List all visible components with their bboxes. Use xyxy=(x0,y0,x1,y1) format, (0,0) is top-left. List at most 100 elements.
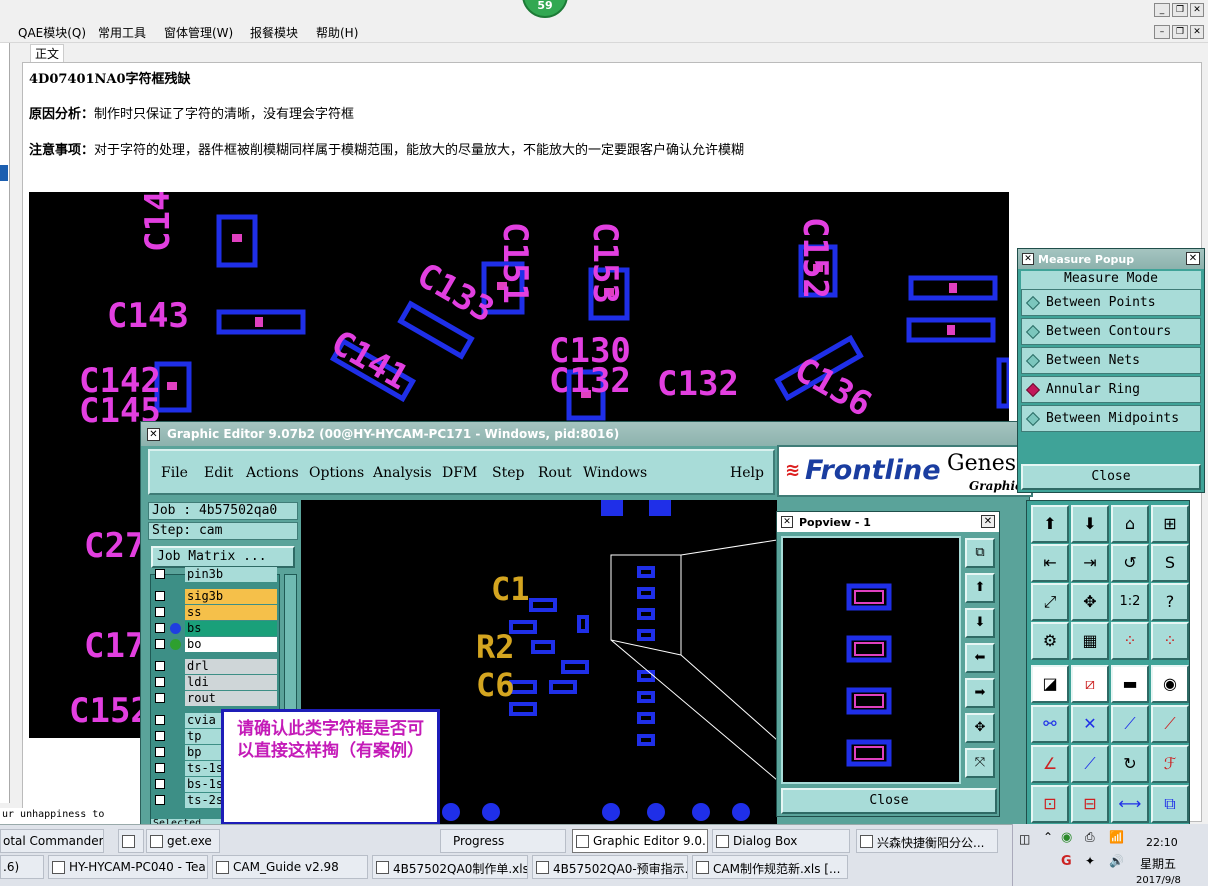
task-xingsen[interactable]: 兴森快捷衡阳分公... xyxy=(856,829,998,853)
clock-time[interactable]: 22:10 xyxy=(1146,836,1178,849)
measure-close-icon[interactable]: ✕ xyxy=(1186,252,1200,265)
task-get-exe[interactable]: get.exe xyxy=(146,829,220,853)
tool-dash-icon[interactable]: ⊟ xyxy=(1071,785,1109,823)
tool-page-up-icon[interactable]: ⬆ xyxy=(1031,505,1069,543)
tab-body[interactable]: 正文 xyxy=(30,44,65,62)
tool-left-icon[interactable]: ⇤ xyxy=(1031,544,1069,582)
option-annular-ring[interactable]: Annular Ring xyxy=(1021,376,1201,403)
layer-checkbox[interactable] xyxy=(155,623,165,633)
tool-pad-icon[interactable]: ◉ xyxy=(1151,665,1189,703)
tool-line2-icon[interactable]: ⟋ xyxy=(1151,705,1189,743)
graphic-editor-titlebar[interactable]: ✕ Graphic Editor 9.07b2 (00@HY-HYCAM-PC1… xyxy=(141,422,1029,446)
layer-name[interactable]: ss xyxy=(185,605,277,620)
tool-mirror-icon[interactable]: S xyxy=(1151,544,1189,582)
tool-route-icon[interactable]: ⚯ xyxy=(1031,705,1069,743)
pan-right-icon[interactable]: ➡ xyxy=(965,678,995,708)
tool-slash-icon[interactable]: ⟋ xyxy=(1071,745,1109,783)
layer-checkbox[interactable] xyxy=(155,591,165,601)
tool-cross-icon[interactable]: ✕ xyxy=(1071,705,1109,743)
tool-xy-icon[interactable]: ⊞ xyxy=(1151,505,1189,543)
measure-titlebar[interactable]: ✕ Measure Popup ✕ xyxy=(1018,249,1204,269)
layer-checkbox[interactable] xyxy=(155,661,165,671)
tool-line-icon[interactable]: ⟋ xyxy=(1111,705,1149,743)
layer-checkbox[interactable] xyxy=(155,795,165,805)
menu-tools[interactable]: 常用工具 xyxy=(98,24,146,41)
popview-close-button[interactable]: Close xyxy=(781,788,997,814)
layer-row[interactable]: sig3b xyxy=(151,589,279,604)
task-word[interactable] xyxy=(118,829,144,853)
task-xls-2[interactable]: 4B57502QA0-预审指示.... xyxy=(532,855,688,879)
tool-scale-icon[interactable]: 1:2 xyxy=(1111,583,1149,621)
layer-name[interactable]: bs xyxy=(185,621,277,636)
option-between-nets[interactable]: Between Nets xyxy=(1021,347,1201,374)
zoom-fit-icon[interactable]: ⧉ xyxy=(965,538,995,568)
layer-row[interactable]: ss xyxy=(151,605,279,620)
layer-row[interactable]: rout xyxy=(151,691,279,706)
pan-down-icon[interactable]: ⬇ xyxy=(965,608,995,638)
tool-zoom-icon[interactable]: ✥ xyxy=(1071,583,1109,621)
layer-row[interactable]: ldi xyxy=(151,675,279,690)
task-graphic-editor[interactable]: Graphic Editor 9.0... xyxy=(572,829,708,853)
pan-left-icon[interactable]: ⬅ xyxy=(965,643,995,673)
task-total-commander[interactable]: otal Commander 7.... xyxy=(0,829,104,853)
menu-qae[interactable]: QAE模块(Q) xyxy=(18,24,86,41)
menu-meal[interactable]: 报餐模块 xyxy=(250,24,298,41)
tool-rotate-icon[interactable]: ↺ xyxy=(1111,544,1149,582)
tool-right-icon[interactable]: ⇥ xyxy=(1071,544,1109,582)
tray-device-icon[interactable]: ⎙ xyxy=(1085,830,1095,845)
tool-home-icon[interactable]: ⌂ xyxy=(1111,505,1149,543)
zoom-out-icon[interactable]: ⤧ xyxy=(965,748,995,778)
menu-file[interactable]: File xyxy=(161,465,188,481)
task-xls-1[interactable]: 4B57502QA0制作单.xls ... xyxy=(372,855,528,879)
layer-checkbox[interactable] xyxy=(155,569,165,579)
option-between-points[interactable]: Between Points xyxy=(1021,289,1201,316)
restore-icon[interactable]: ❐ xyxy=(1172,25,1188,39)
layer-checkbox[interactable] xyxy=(155,731,165,741)
tool-select-icon[interactable]: ◪ xyxy=(1031,665,1069,703)
layer-row[interactable]: bo xyxy=(151,637,279,652)
layer-row[interactable]: bs xyxy=(151,621,279,636)
tray-g-icon[interactable]: G xyxy=(1061,854,1072,869)
menu-help[interactable]: Help xyxy=(730,465,764,481)
task-xls-3[interactable]: CAM制作规范新.xls [... xyxy=(692,855,848,879)
menu-edit[interactable]: Edit xyxy=(204,465,233,481)
tray-network-icon[interactable]: 📶 xyxy=(1109,830,1124,844)
popview-canvas[interactable] xyxy=(781,536,961,784)
layer-name[interactable]: ldi xyxy=(185,675,277,690)
tool-zoom-fit-icon[interactable]: ⤢ xyxy=(1031,583,1069,621)
menu-window[interactable]: 窗体管理(W) xyxy=(164,24,233,41)
tray-ime-icon[interactable]: ◉ xyxy=(1061,830,1072,845)
menu-dfm[interactable]: DFM xyxy=(442,465,477,481)
tool-measure-icon[interactable]: ⧄ xyxy=(1071,665,1109,703)
option-between-midpoints[interactable]: Between Midpoints xyxy=(1021,405,1201,432)
window-close-icon[interactable]: ✕ xyxy=(1190,3,1204,17)
menu-windows[interactable]: Windows xyxy=(583,465,647,481)
layer-checkbox[interactable] xyxy=(155,779,165,789)
tool-net-icon[interactable]: ⁘ xyxy=(1111,622,1149,660)
menu-rout[interactable]: Rout xyxy=(538,465,572,481)
option-between-contours[interactable]: Between Contours xyxy=(1021,318,1201,345)
layer-checkbox[interactable] xyxy=(155,763,165,773)
tool-help-icon[interactable]: ? xyxy=(1151,583,1189,621)
tool-ruler-icon[interactable]: ▬ xyxy=(1111,665,1149,703)
menu-help[interactable]: 帮助(H) xyxy=(316,24,358,41)
tool-net2-icon[interactable]: ⁘ xyxy=(1151,622,1189,660)
job-matrix-button[interactable]: Job Matrix ... xyxy=(151,546,295,568)
close-icon[interactable]: ✕ xyxy=(1190,25,1204,39)
tool-snap-icon[interactable]: ⚙ xyxy=(1031,622,1069,660)
task-dialog-box[interactable]: Dialog Box xyxy=(712,829,850,853)
measure-close-button[interactable]: Close xyxy=(1021,464,1201,490)
tray-volume-icon[interactable]: 🔊 xyxy=(1109,854,1124,868)
tool-dimension-icon[interactable]: ⟷ xyxy=(1111,785,1149,823)
layer-row[interactable]: pin3b xyxy=(151,567,279,582)
layer-checkbox[interactable] xyxy=(155,715,165,725)
task-hycam[interactable]: HY-HYCAM-PC040 - Tea... xyxy=(48,855,208,879)
menu-options[interactable]: Options xyxy=(309,465,364,481)
tool-grid-icon[interactable]: ▦ xyxy=(1071,622,1109,660)
tool-group-icon[interactable]: ⧉ xyxy=(1151,785,1189,823)
minimize-icon[interactable]: – xyxy=(1154,25,1170,39)
pan-up-icon[interactable]: ⬆ xyxy=(965,573,995,603)
layer-row[interactable]: drl xyxy=(151,659,279,674)
menu-step[interactable]: Step xyxy=(492,465,524,481)
layer-checkbox[interactable] xyxy=(155,693,165,703)
